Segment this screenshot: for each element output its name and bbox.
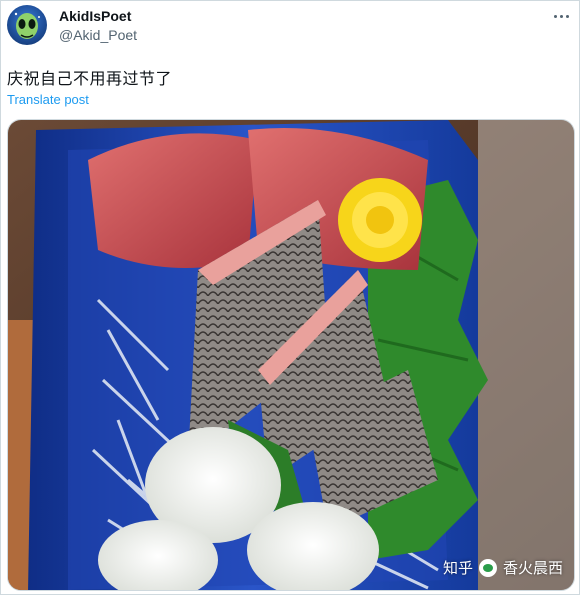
tweet-header: AkidIsPoet @Akid_Poet — [7, 5, 575, 47]
more-options-icon[interactable] — [553, 9, 571, 25]
tweet-photo[interactable] — [7, 119, 575, 591]
tweet-text: 庆祝自己不用再过节了 — [7, 71, 173, 88]
wechat-icon — [478, 558, 497, 577]
translate-post-link[interactable]: Translate post — [7, 92, 89, 107]
tweet-card: AkidIsPoet @Akid_Poet 庆祝自己不用再过节了 Transla… — [0, 0, 580, 595]
watermark-author: 香火晨西 — [502, 560, 563, 577]
author-handle[interactable]: @Akid_Poet — [59, 27, 137, 43]
avatar[interactable] — [7, 5, 47, 45]
avatar-alien-icon — [14, 12, 40, 39]
sashimi-platter-photo — [8, 120, 574, 590]
watermark: 知乎 香火晨西 — [443, 557, 563, 578]
watermark-site: 知乎 — [442, 560, 473, 577]
author-name[interactable]: AkidIsPoet — [59, 8, 131, 24]
